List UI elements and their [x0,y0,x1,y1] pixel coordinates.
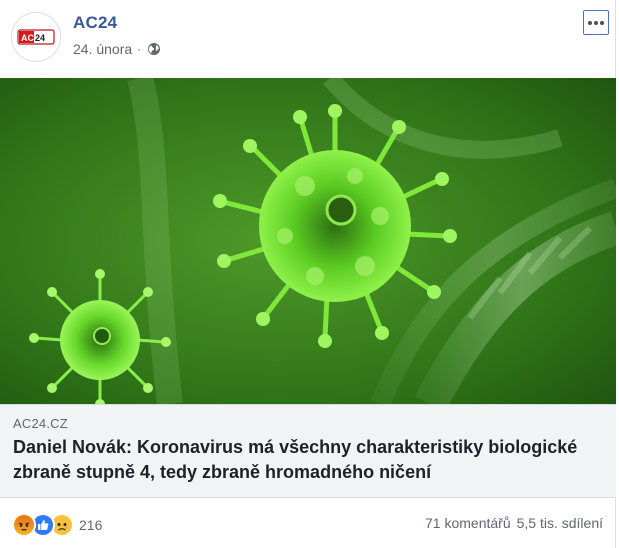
more-options-icon-dot [588,20,592,25]
more-options-icon-dot [600,20,604,25]
shares-count-link[interactable]: 5,5 tis. sdílení [517,515,603,531]
link-domain: AC24.CZ [13,416,68,431]
page-avatar[interactable]: AC 24 [11,12,61,62]
link-preview[interactable]: AC24.CZ Daniel Novák: Koronavirus má vše… [0,404,616,498]
link-preview-image[interactable] [0,78,616,404]
more-options-icon-dot [594,20,598,25]
post-card: AC 24 AC24 24. února · AC24.CZ Daniel No… [0,0,616,548]
svg-text:AC: AC [21,33,34,43]
page-name-link[interactable]: AC24 [73,13,117,33]
angry-reaction-icon [12,513,36,537]
post-header: AC 24 AC24 24. února · [0,0,616,78]
link-title[interactable]: Daniel Novák: Koronavirus má všechny cha… [13,435,603,485]
post-footer: 216 71 komentářů 5,5 tis. sdílení [0,498,616,548]
post-date[interactable]: 24. února [73,41,132,57]
ac24-logo: AC 24 [17,29,55,45]
svg-text:24: 24 [35,33,45,43]
engagement-stats: 71 komentářů 5,5 tis. sdílení [425,515,603,531]
comments-count-link[interactable]: 71 komentářů [425,515,511,531]
meta-separator: · [137,42,142,56]
reaction-count: 216 [79,517,103,533]
globe-icon[interactable] [147,42,161,56]
reactions-summary[interactable]: 216 [12,513,103,537]
post-meta: 24. února · [73,40,161,58]
more-options-button[interactable] [583,10,609,35]
